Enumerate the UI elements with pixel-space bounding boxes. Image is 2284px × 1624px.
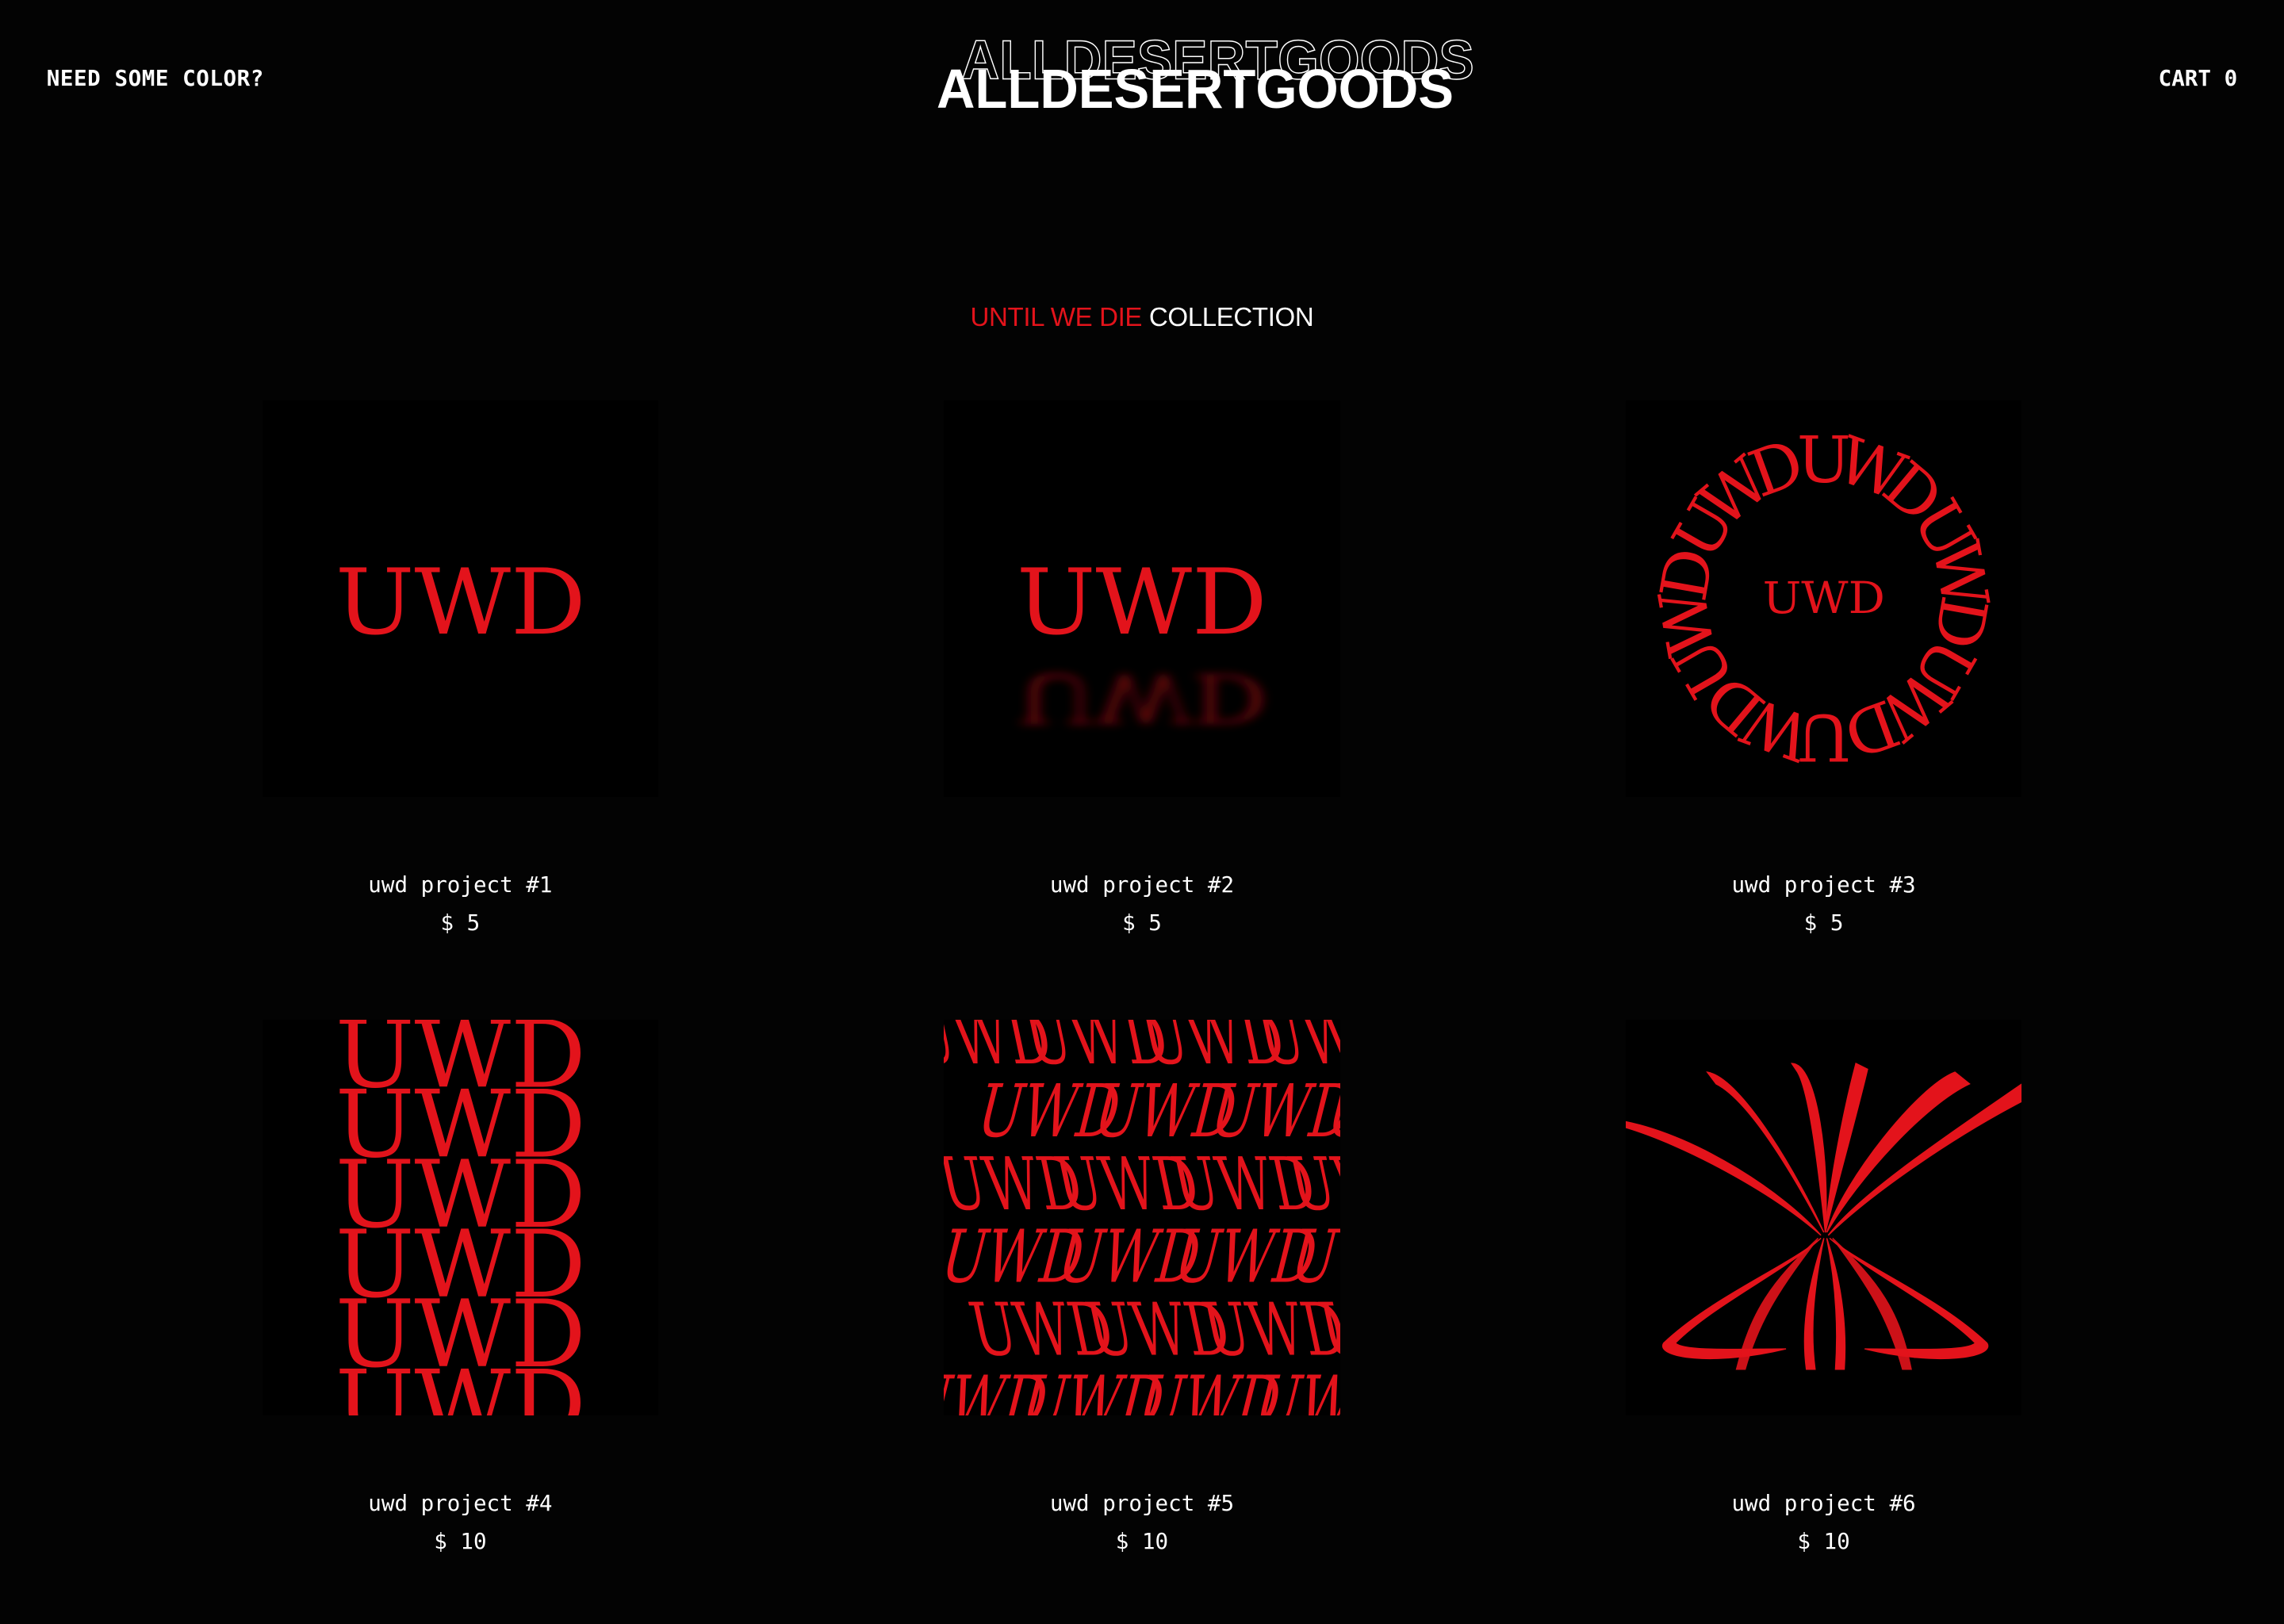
need-some-color-link[interactable]: NEED SOME COLOR? [47,66,264,91]
product-thumbnail[interactable]: UWD UWD [944,400,1340,797]
product-thumbnail[interactable]: UWD UWD UWD UWD UWD UWD [262,1019,659,1416]
product-card[interactable]: UWD UWD UWD UWD UWD UWD uwd project #4 $ 10 [262,1019,659,1561]
product-name[interactable]: uwd project #2 [944,867,1340,905]
product-name[interactable]: uwd project #3 [1626,867,2022,905]
product-card[interactable]: UWD UWD uwd project #2 $ 5 [944,400,1340,942]
product-price: $ 10 [434,1529,487,1555]
product-price: $ 5 [1803,910,1844,936]
collection-title-rest: COLLECTION [1148,303,1314,333]
product-price: $ 5 [440,910,481,936]
stacked-uwd-row: UWD [335,1350,585,1415]
product-thumbnail[interactable]: UWD UWD UWD UWD UWD UWD UWD UWD UWD UWD UWD UWD UWD U… [944,1019,1340,1416]
thumb-uwd-text: UWD [1762,573,1884,623]
product-thumbnail[interactable]: UWD [262,400,659,797]
collection-title-accent: UNTIL WE DIE [970,303,1143,333]
thumb-uwd-text: UWD [335,550,585,655]
product-name[interactable]: uwd project #5 [944,1485,1340,1523]
product-name[interactable]: uwd project #1 [263,867,659,905]
product-card[interactable]: uwd project #6 $ 10 [1625,1019,2022,1561]
cart-label: CART [2158,65,2211,91]
product-name[interactable]: uwd project #4 [263,1485,659,1523]
page: NEED SOME COLOR? ALLDESERTGOODS ALLDESER… [0,0,2284,1624]
uwd-pattern-graphic: UWDUWDUWDUWDUWDUWDUWDUWDUWDUWDUWDUWDUWDU… [944,1020,1340,1416]
collection-title: UNTIL WE DIE COLLECTION [0,303,2284,333]
cart-count: 0 [2224,65,2238,91]
product-price: $ 10 [1797,1529,1850,1555]
pattern-uwd-word: UWD [1201,1068,1339,1153]
product-thumbnail[interactable] [1625,1019,2022,1416]
product-price: $ 10 [1115,1529,1169,1555]
cart-link[interactable]: CART 0 [2159,66,2238,91]
product-card[interactable]: UWD UWD UWD UWD UWD UWD UWD UWD UWD UWD UWD UWD UWD U… [944,1019,1340,1561]
uwd-stacked-graphic: UWDUWDUWDUWDUWDUWD [335,1020,585,1416]
site-logo[interactable]: ALLDESERTGOODS ALLDESERTGOODS [874,29,1515,132]
thumb-uwd-text: UWD [1017,550,1267,655]
logo-text: ALLDESERTGOODS [937,58,1454,120]
thumb-uwd-reflection: UWD [1017,658,1267,737]
product-card[interactable]: UWD uwd project #1 $ 5 [262,400,659,942]
product-price: $ 5 [1122,910,1162,936]
product-card[interactable]: UWDUWDUWDUWDUWDUWD UWD uwd project #3 $ … [1625,400,2022,942]
product-name[interactable]: uwd project #6 [1626,1485,2022,1523]
product-thumbnail[interactable]: UWDUWDUWDUWDUWDUWD UWD [1625,400,2022,797]
